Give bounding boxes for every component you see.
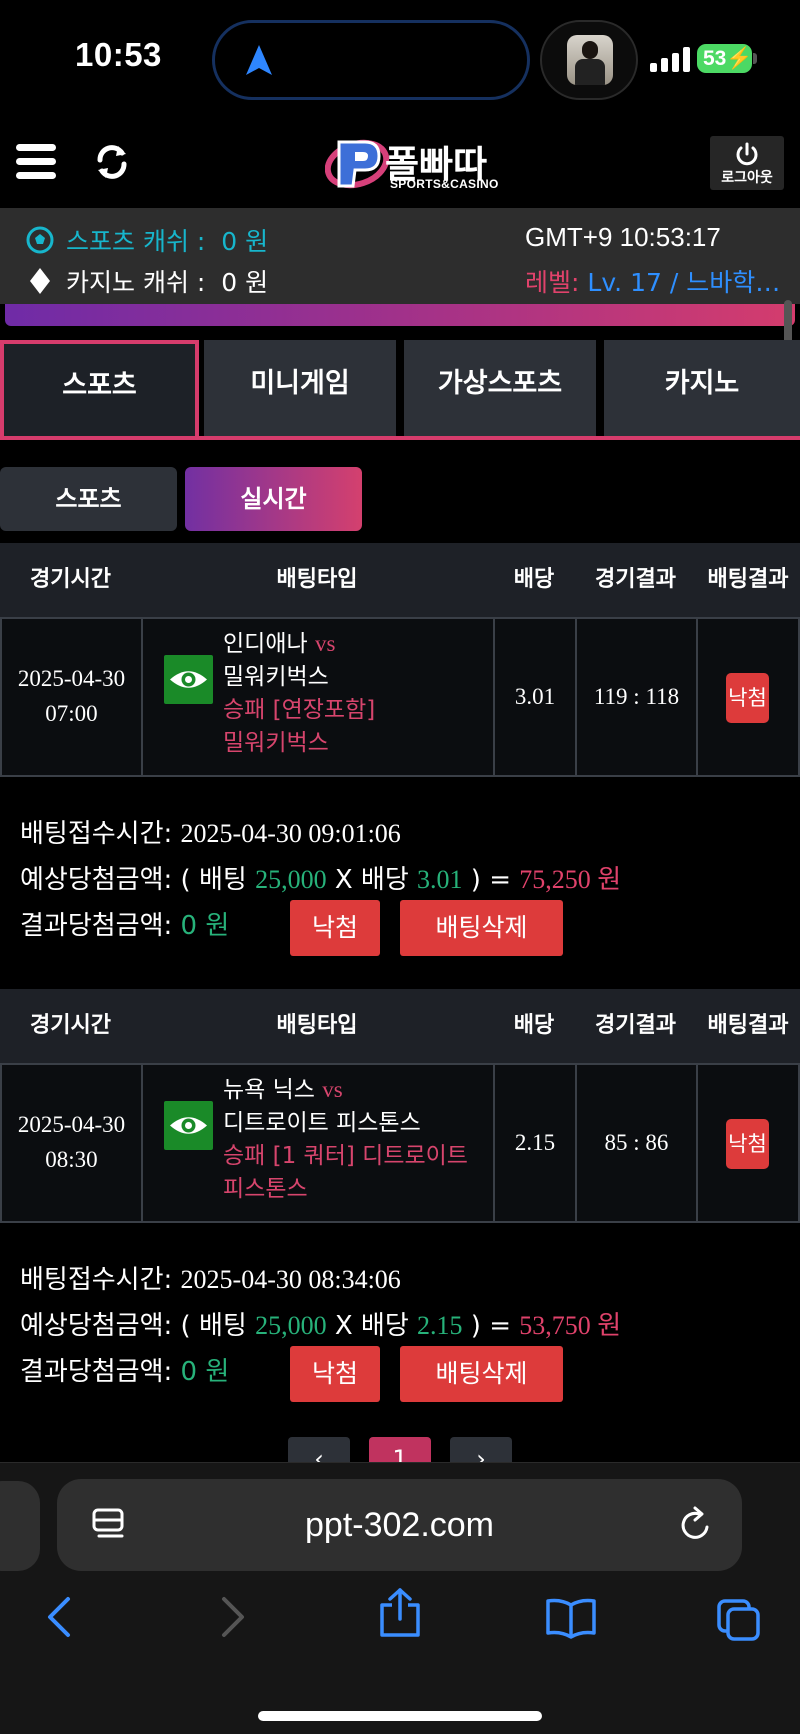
home-team: 인디애나 xyxy=(223,631,308,657)
status-bar: 10:53 53⚡ xyxy=(0,0,800,118)
bet-result-badge: 낙첨 xyxy=(726,1119,769,1169)
col-header-match-time: 경기시간 xyxy=(30,567,111,592)
soccer-ball-icon xyxy=(26,226,54,254)
view-detail-button[interactable] xyxy=(164,1101,213,1150)
subtab-live[interactable]: 실시간 xyxy=(185,467,362,531)
match-datetime: 2025-04-30 07:00 xyxy=(17,666,126,726)
share-icon[interactable] xyxy=(378,1587,422,1639)
navigation-arrow-icon xyxy=(246,45,272,75)
home-indicator[interactable] xyxy=(258,1711,542,1721)
col-header-bet-result: 배팅결과 xyxy=(707,1013,789,1038)
col-header-bet-type: 배팅타입 xyxy=(276,567,358,592)
delete-bet-button[interactable]: 배팅삭제 xyxy=(400,1346,563,1402)
status-time: 10:53 xyxy=(75,36,162,73)
away-team: 디트로이트 피스톤스 xyxy=(223,1110,421,1136)
category-tabs: 스포츠 미니게임 가상스포츠 카지노 xyxy=(0,340,800,440)
casino-cash-value: 0 원 xyxy=(221,268,269,297)
view-detail-button[interactable] xyxy=(164,655,213,704)
address-bar[interactable]: ppt-302.com xyxy=(57,1479,742,1571)
cellular-signal-icon xyxy=(650,46,690,72)
user-level: 레벨: Lv. 17 / 느바학… xyxy=(525,268,781,297)
col-header-bet-result: 배팅결과 xyxy=(707,567,789,592)
url-text: ppt-302.com xyxy=(305,1506,494,1544)
result-winnings: 결과당첨금액: 0 원 xyxy=(20,1357,230,1387)
delete-bet-button[interactable]: 배팅삭제 xyxy=(400,900,563,956)
server-time: GMT+9 10:53:17 xyxy=(525,222,721,252)
table-row: 2025-04-30 07:00 인디애나 vs 밀워키벅스 승패 [연장포함]… xyxy=(0,617,800,777)
col-header-odds: 배당 xyxy=(513,567,555,592)
logout-button[interactable]: 로그아웃 xyxy=(710,136,784,190)
match-score: 85 : 86 xyxy=(604,1130,669,1155)
col-header-match-result: 경기결과 xyxy=(595,567,676,592)
bet-type: 승패 [연장포함] xyxy=(223,697,376,723)
home-team: 뉴욕 닉스 xyxy=(223,1077,315,1103)
tab-sports[interactable]: 스포츠 xyxy=(0,340,199,436)
tab-virtual-sports[interactable]: 가상스포츠 xyxy=(404,340,596,436)
decorative-gradient-bar xyxy=(5,304,795,326)
match-datetime: 2025-04-30 08:30 xyxy=(17,1112,126,1172)
sports-cash: 스포츠 캐쉬 : 0 원 xyxy=(26,222,268,258)
eye-icon xyxy=(170,1117,207,1134)
casino-cash: 카지노 캐쉬 : 0 원 xyxy=(26,263,268,299)
away-team: 밀워키벅스 xyxy=(223,664,329,690)
eye-icon xyxy=(170,671,207,688)
diamond-icon xyxy=(30,268,50,294)
table-header: 경기시간 배팅타입 배당 경기결과 배팅결과 xyxy=(0,543,800,617)
cash-info-panel: 스포츠 캐쉬 : 0 원 카지노 캐쉬 : 0 원 GMT+9 10:53:17… xyxy=(0,208,800,304)
live-activity-avatar xyxy=(540,20,638,100)
table-row: 2025-04-30 08:30 뉴욕 닉스 vs 디트로이트 피스톤스 승패 … xyxy=(0,1063,800,1223)
odds-value: 2.15 xyxy=(514,1130,556,1155)
result-winnings: 결과당첨금액: 0 원 xyxy=(20,911,230,941)
power-icon xyxy=(736,142,758,166)
subtab-sports[interactable]: 스포츠 xyxy=(0,467,177,531)
match-teams: 뉴욕 닉스 vs 디트로이트 피스톤스 승패 [1 쿼터] 디트로이트 피스톤스 xyxy=(223,1073,468,1206)
match-score: 119 : 118 xyxy=(593,684,680,709)
browser-toolbar: ppt-302.com xyxy=(0,1462,800,1734)
table-header: 경기시간 배팅타입 배당 경기결과 배팅결과 xyxy=(0,989,800,1063)
menu-icon[interactable] xyxy=(16,144,56,182)
logo-subtitle: SPORTS&CASINO xyxy=(390,177,499,191)
back-icon[interactable] xyxy=(42,1595,78,1639)
site-header: 폴빠따 SPORTS&CASINO 로그아웃 xyxy=(0,118,800,208)
refresh-icon[interactable] xyxy=(92,142,132,182)
sports-cash-value: 0 원 xyxy=(221,227,269,256)
logo-mark-icon xyxy=(325,139,389,189)
bet-result-badge: 낙첨 xyxy=(726,673,769,723)
tab-minigame[interactable]: 미니게임 xyxy=(204,340,396,436)
result-lost-button[interactable]: 낙첨 xyxy=(290,1346,380,1402)
expected-winnings: 예상당첨금액: ( 배팅 25,000 X 배당 3.01 ) = 75,250… xyxy=(20,865,622,895)
bet-pick: 밀워키벅스 xyxy=(223,730,329,756)
previous-tab-preview[interactable] xyxy=(0,1481,40,1571)
bet-accept-time: 배팅접수시간: 2025-04-30 08:34:06 xyxy=(20,1265,401,1295)
odds-value: 3.01 xyxy=(514,684,556,709)
col-header-odds: 배당 xyxy=(513,1013,555,1038)
expected-winnings: 예상당첨금액: ( 배팅 25,000 X 배당 2.15 ) = 53,750… xyxy=(20,1311,622,1341)
forward-icon[interactable] xyxy=(214,1595,250,1639)
col-header-match-time: 경기시간 xyxy=(30,1013,111,1038)
col-header-match-result: 경기결과 xyxy=(595,1013,676,1038)
result-lost-button[interactable]: 낙첨 xyxy=(290,900,380,956)
match-teams: 인디애나 vs 밀워키벅스 승패 [연장포함] 밀워키벅스 xyxy=(223,627,468,760)
battery-icon: 53⚡ xyxy=(697,44,753,73)
dynamic-island xyxy=(212,20,530,100)
site-logo[interactable]: 폴빠따 SPORTS&CASINO xyxy=(325,134,505,194)
bookmarks-icon[interactable] xyxy=(545,1597,597,1639)
tabs-icon[interactable] xyxy=(715,1597,763,1643)
bet-accept-time: 배팅접수시간: 2025-04-30 09:01:06 xyxy=(20,819,401,849)
battery-level: 53 xyxy=(703,47,727,70)
reload-icon[interactable] xyxy=(677,1505,715,1545)
logout-label: 로그아웃 xyxy=(721,170,773,186)
avatar xyxy=(567,35,613,85)
col-header-bet-type: 배팅타입 xyxy=(276,1013,358,1038)
bet-type-and-pick: 승패 [1 쿼터] 디트로이트 피스톤스 xyxy=(223,1143,468,1202)
tab-casino[interactable]: 카지노 xyxy=(604,340,800,436)
